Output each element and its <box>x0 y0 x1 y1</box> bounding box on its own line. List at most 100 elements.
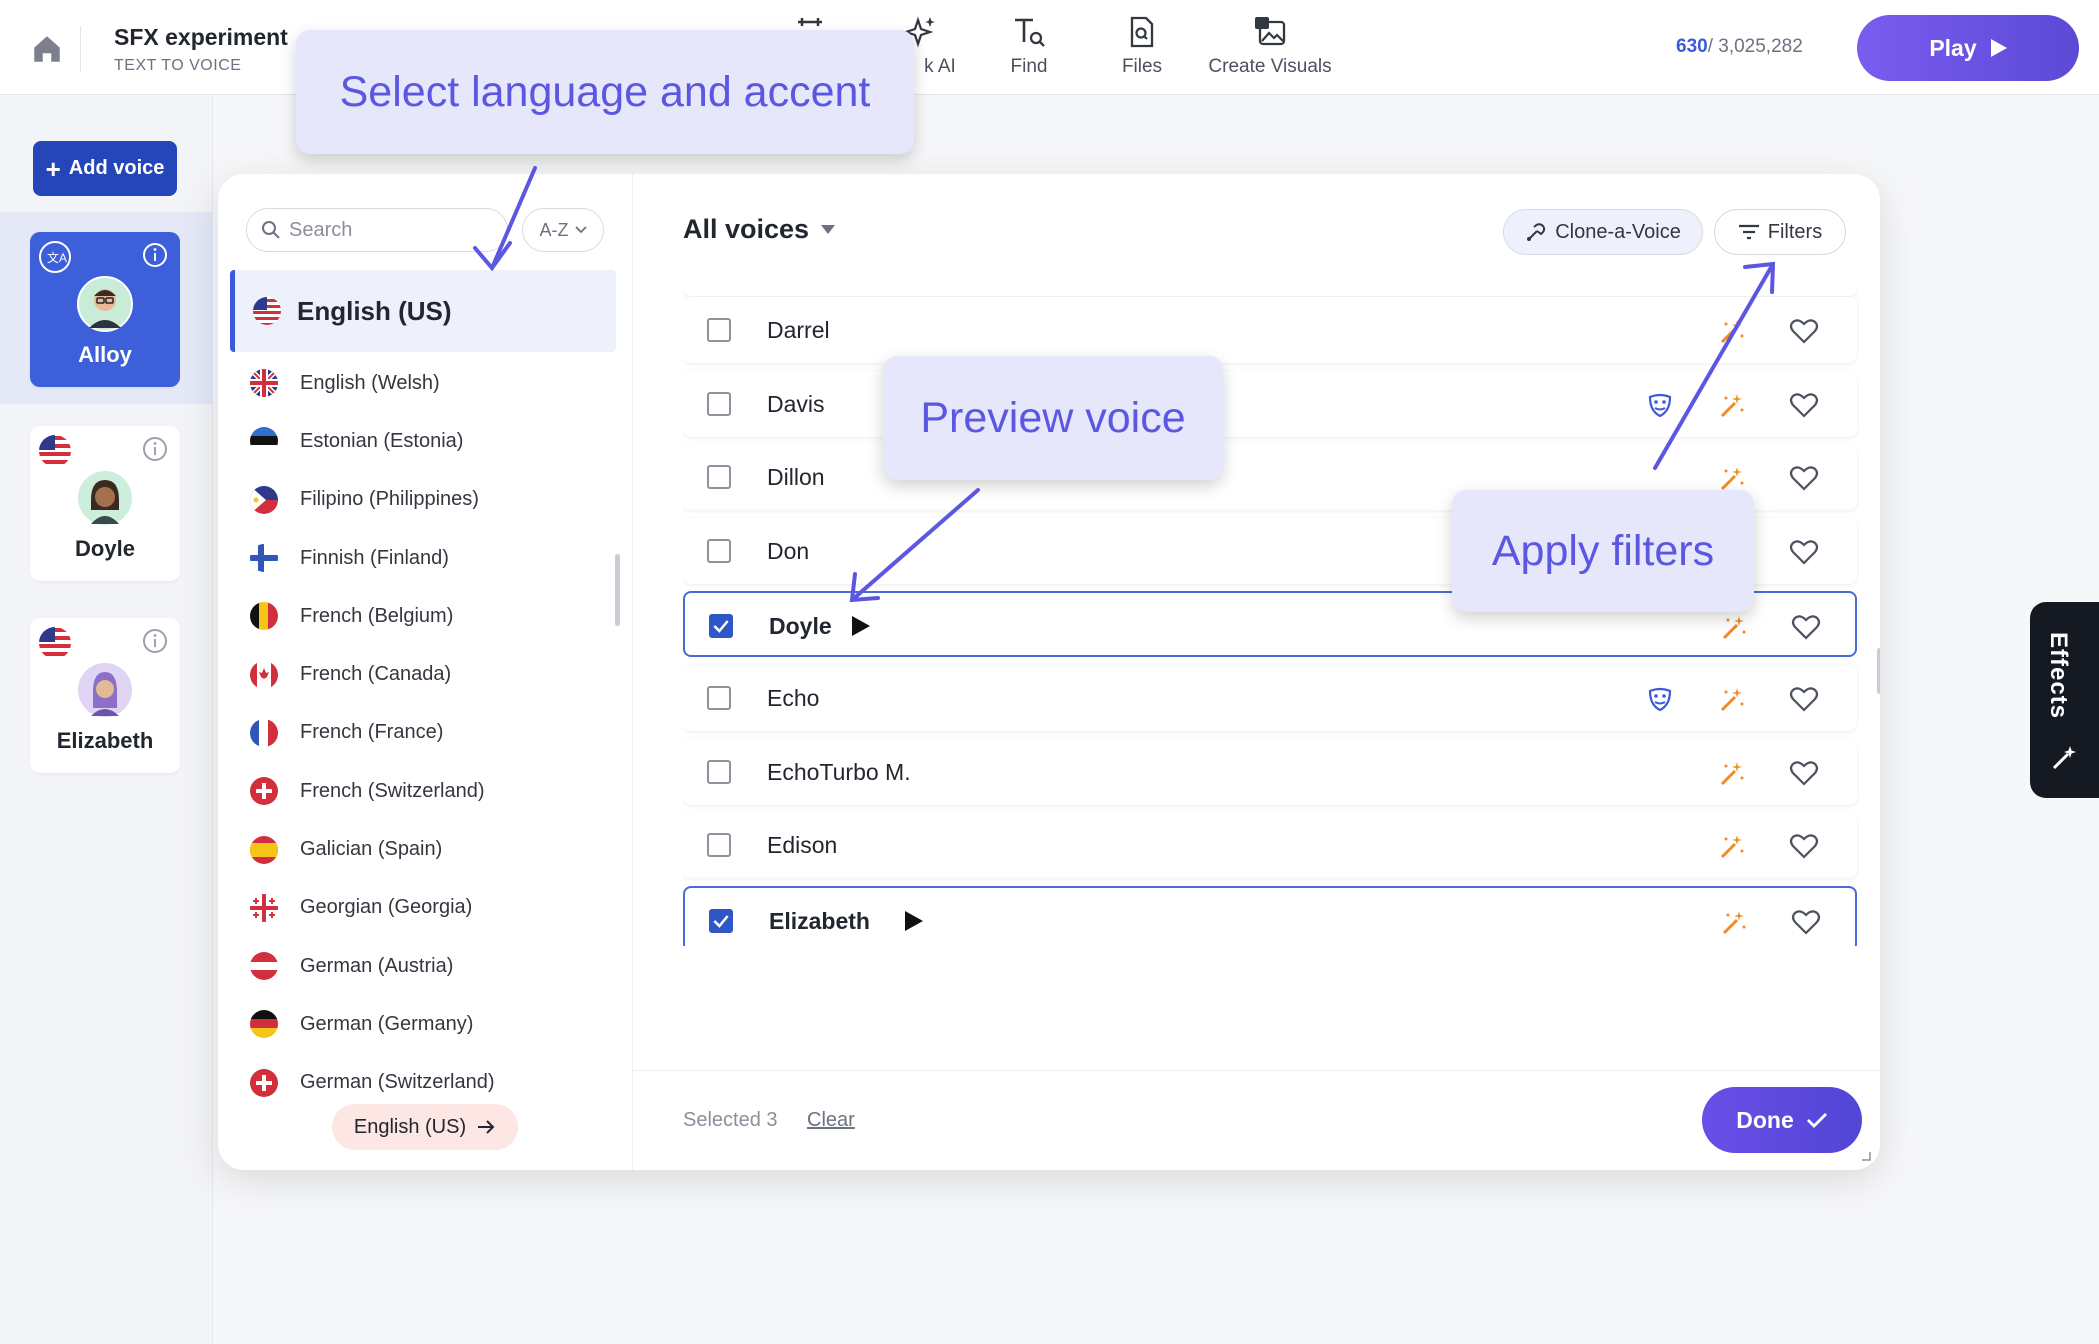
voice-checkbox[interactable] <box>709 908 733 933</box>
language-item[interactable]: French (France) <box>218 704 618 762</box>
voice-checkbox[interactable] <box>707 686 731 710</box>
info-icon[interactable] <box>142 436 168 462</box>
magic-wand-icon[interactable] <box>1717 684 1747 714</box>
language-item[interactable]: German (Germany) <box>218 995 618 1053</box>
sidebar-voice-doyle[interactable]: Doyle <box>30 426 180 581</box>
add-voice-button[interactable]: + Add voice <box>33 141 177 196</box>
voice-list[interactable]: Darrel Davis Dillon Don Doyle Echo EchoTurbo M… <box>683 286 1859 946</box>
heart-icon[interactable] <box>1789 463 1819 493</box>
voice-row[interactable] <box>683 286 1857 296</box>
voice-name: Davis <box>767 390 825 417</box>
effects-label: Effects <box>2045 632 2072 720</box>
callout-apply-filters: Apply filters <box>1452 490 1754 612</box>
germany-flag-icon <box>250 1010 278 1039</box>
language-item[interactable]: German (Switzerland) <box>218 1054 618 1106</box>
caret-down-icon <box>821 225 836 234</box>
preview-play-icon[interactable] <box>851 615 871 637</box>
language-label: Filipino (Philippines) <box>300 488 479 511</box>
voice-checkbox[interactable] <box>707 538 731 563</box>
voice-row-echoturbo-m[interactable]: EchoTurbo M. <box>683 738 1857 805</box>
sidebar-voice-elizabeth[interactable]: Elizabeth <box>30 618 180 773</box>
switzerland-flag-icon <box>250 1068 278 1097</box>
heart-icon[interactable] <box>1789 390 1819 420</box>
search-field[interactable] <box>246 208 508 252</box>
callout-select-language: Select language and accent <box>296 30 914 154</box>
magic-wand-icon[interactable] <box>1717 316 1747 346</box>
voice-checkbox[interactable] <box>707 833 731 858</box>
voice-checkbox[interactable] <box>709 614 733 639</box>
magic-wand-icon[interactable] <box>1717 390 1747 420</box>
voice-scrollbar[interactable] <box>1877 648 1880 694</box>
selected-count: Selected 3 <box>683 1109 778 1131</box>
heart-icon[interactable] <box>1789 316 1819 346</box>
sort-dropdown[interactable]: A-Z <box>522 208 604 252</box>
georgia-flag-icon <box>250 893 278 922</box>
search-input[interactable] <box>289 218 489 242</box>
tool-create-visuals[interactable]: Create Visuals <box>1204 14 1336 78</box>
language-label: French (France) <box>300 721 444 744</box>
info-icon[interactable] <box>142 242 168 268</box>
resize-handle-icon[interactable] <box>1861 1151 1871 1161</box>
file-search-icon <box>1124 14 1160 50</box>
info-icon[interactable] <box>142 628 168 654</box>
language-label: German (Switzerland) <box>300 1071 495 1094</box>
language-item[interactable]: Filipino (Philippines) <box>218 471 618 529</box>
all-voices-dropdown[interactable]: All voices <box>683 214 836 245</box>
language-item[interactable]: French (Canada) <box>218 645 618 703</box>
magic-wand-icon[interactable] <box>1717 463 1747 493</box>
translate-icon: 文A <box>38 240 72 274</box>
language-item[interactable]: Georgian (Georgia) <box>218 879 618 937</box>
voice-row-echo[interactable]: Echo <box>683 665 1857 731</box>
magic-wand-icon[interactable] <box>1719 612 1749 642</box>
language-item[interactable]: Estonian (Estonia) <box>218 412 618 470</box>
heart-icon[interactable] <box>1789 684 1819 714</box>
filters-label: Filters <box>1767 220 1823 243</box>
heart-icon[interactable] <box>1789 758 1819 788</box>
magic-wand-icon[interactable] <box>1719 907 1749 937</box>
clone-label: Clone-a-Voice <box>1555 220 1681 243</box>
voices-panel: All voices Clone-a-Voice Filters Darrel D… <box>633 174 1880 1170</box>
voice-checkbox[interactable] <box>707 391 731 416</box>
france-flag-icon <box>250 718 278 747</box>
tool-create-visuals-label: Create Visuals <box>1208 56 1332 77</box>
language-scrollbar[interactable] <box>615 554 620 626</box>
selected-language-pill[interactable]: English (US) <box>332 1104 518 1150</box>
language-item[interactable]: German (Austria) <box>218 937 618 995</box>
done-button[interactable]: Done <box>1702 1087 1862 1153</box>
sort-label: A-Z <box>539 219 569 240</box>
tool-find[interactable]: Find <box>1003 14 1055 78</box>
filters-button[interactable]: Filters <box>1714 209 1846 255</box>
preview-play-icon[interactable] <box>904 910 924 932</box>
tool-files[interactable]: Files <box>1116 14 1168 78</box>
effects-tab[interactable]: Effects <box>2030 602 2099 798</box>
heart-icon[interactable] <box>1791 907 1821 937</box>
heart-icon[interactable] <box>1789 537 1819 567</box>
language-item[interactable]: French (Belgium) <box>218 587 618 645</box>
voice-row-elizabeth[interactable]: Elizabeth <box>683 885 1857 946</box>
project-title[interactable]: SFX experiment <box>114 24 288 51</box>
play-button[interactable]: Play <box>1857 15 2079 81</box>
heart-icon[interactable] <box>1789 831 1819 861</box>
language-item[interactable]: French (Switzerland) <box>218 762 618 820</box>
clone-a-voice-button[interactable]: Clone-a-Voice <box>1503 209 1703 255</box>
language-item[interactable]: English (Welsh) <box>218 354 618 412</box>
sidebar-voice-name: Elizabeth <box>56 728 154 753</box>
home-icon[interactable] <box>30 32 64 66</box>
voice-checkbox[interactable] <box>707 318 731 342</box>
magic-wand-icon[interactable] <box>1717 758 1747 788</box>
clear-link[interactable]: Clear <box>807 1109 855 1132</box>
voice-row-davis[interactable]: Davis <box>683 370 1857 437</box>
language-item[interactable]: Finnish (Finland) <box>218 529 618 587</box>
language-item[interactable]: Galician (Spain) <box>218 820 618 878</box>
voice-checkbox[interactable] <box>707 759 731 784</box>
voice-row-darrel[interactable]: Darrel <box>683 297 1857 363</box>
voice-checkbox[interactable] <box>707 465 731 490</box>
heart-icon[interactable] <box>1791 612 1821 642</box>
language-list[interactable]: English (Welsh) Estonian (Estonia) Filip… <box>218 354 618 1106</box>
us-flag-icon <box>38 626 72 660</box>
language-item-selected[interactable]: English (US) <box>230 270 616 352</box>
voice-row-edison[interactable]: Edison <box>683 812 1857 879</box>
sidebar-voice-alloy[interactable]: 文A Alloy <box>30 232 180 387</box>
magic-wand-icon[interactable] <box>1717 831 1747 861</box>
language-label: Georgian (Georgia) <box>300 896 473 919</box>
